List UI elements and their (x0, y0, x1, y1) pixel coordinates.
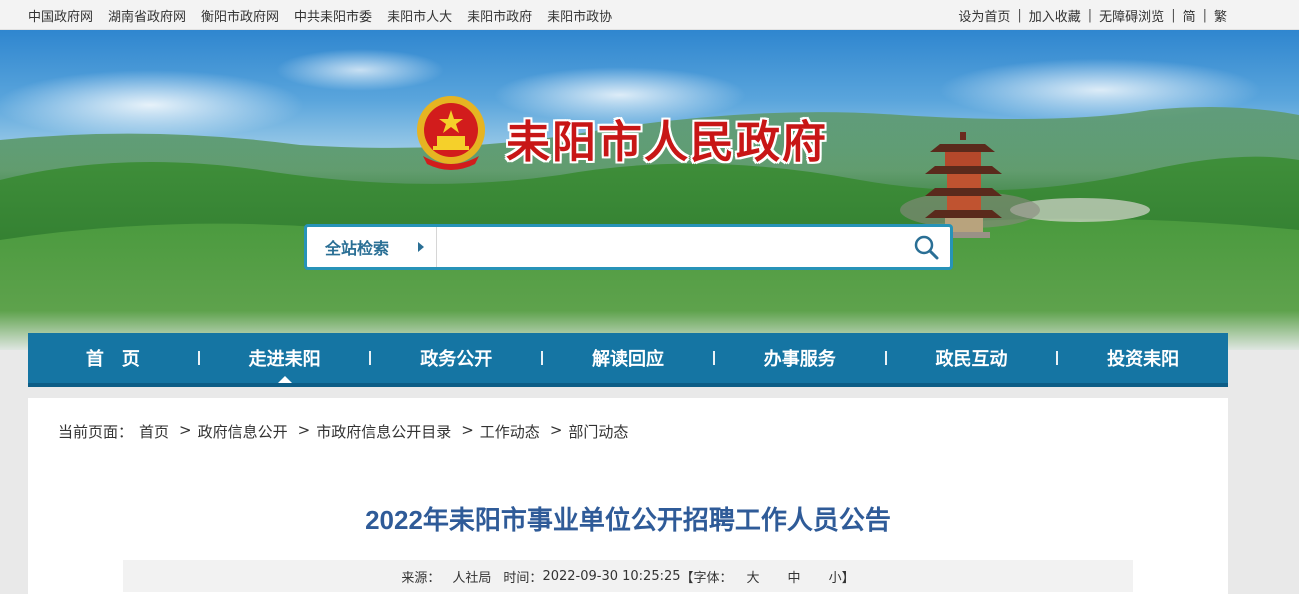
font-size-close-bracket: 】 (841, 570, 855, 586)
accessible-browse-link[interactable]: 无障碍浏览 (1099, 6, 1164, 25)
search-scope-label: 全站检索 (325, 239, 390, 258)
set-homepage-link[interactable]: 设为首页 (958, 6, 1010, 25)
search-scope-selector[interactable]: 全站检索 (307, 227, 437, 267)
nav-item-label: 首页 (85, 349, 158, 370)
time-label: 时间： (503, 570, 543, 586)
link-leiyang-cppcc[interactable]: 耒阳市政协 (547, 6, 612, 25)
landscape-illustration (0, 106, 1299, 350)
breadcrumb-dept-news[interactable]: 部门动态 (568, 421, 628, 442)
breadcrumb-work-news[interactable]: 工作动态 (480, 421, 540, 442)
link-leiyang-party[interactable]: 中共耒阳市委 (294, 6, 372, 25)
time-value: 2022-09-30 10:25:25 (542, 568, 681, 584)
font-size-label: 【字体： (680, 570, 733, 586)
nav-item-label: 解读回应 (592, 349, 665, 370)
traditional-chinese-link[interactable]: 繁 (1214, 6, 1227, 25)
breadcrumb-separator: > (461, 421, 474, 439)
breadcrumb-home[interactable]: 首页 (139, 421, 169, 442)
separator: | (1017, 8, 1022, 23)
external-links: 中国政府网 湖南省政府网 衡阳市政府网 中共耒阳市委 耒阳市人大 耒阳市政府 耒… (28, 6, 627, 25)
breadcrumb: 当前页面： 首页 > 政府信息公开 > 市政府信息公开目录 > 工作动态 > 部… (58, 421, 634, 442)
nav-item-about-leiyang[interactable]: 走进耒阳 (200, 333, 370, 383)
separator: | (1171, 8, 1176, 23)
font-size-small-button[interactable]: 小 (829, 567, 842, 586)
source-label: 来源： (401, 570, 441, 586)
nav-item-label: 政务公开 (420, 349, 493, 370)
link-hunan-gov[interactable]: 湖南省政府网 (108, 6, 186, 25)
nav-item-interaction[interactable]: 政民互动 (887, 333, 1057, 383)
breadcrumb-info-directory[interactable]: 市政府信息公开目录 (316, 421, 451, 442)
utility-links: 设为首页 | 加入收藏 | 无障碍浏览 | 简 | 繁 (958, 6, 1227, 25)
nav-item-investment[interactable]: 投资耒阳 (1058, 333, 1228, 383)
simplified-chinese-link[interactable]: 简 (1183, 6, 1196, 25)
font-size-large-button[interactable]: 大 (747, 567, 760, 586)
nav-item-label: 政民互动 (935, 349, 1008, 370)
main-nav: 首页 走进耒阳 政务公开 解读回应 办事服务 政民互动 投资耒阳 (28, 333, 1228, 387)
separator: | (1202, 8, 1207, 23)
breadcrumb-separator: > (549, 421, 563, 439)
separator: | (1087, 8, 1093, 23)
nav-item-interpretation[interactable]: 解读回应 (543, 333, 713, 383)
nav-item-label: 走进耒阳 (248, 349, 321, 370)
site-title: 耒阳市人民政府 (506, 117, 828, 168)
header-banner: 耒阳市人民政府 全站检索 (0, 30, 1299, 350)
search-button[interactable] (902, 227, 950, 267)
caret-right-icon (418, 242, 424, 252)
breadcrumb-separator: > (297, 421, 311, 439)
nav-item-home[interactable]: 首页 (28, 333, 198, 383)
add-favorite-link[interactable]: 加入收藏 (1029, 6, 1081, 25)
nav-item-label: 办事服务 (763, 349, 836, 370)
link-leiyang-gov[interactable]: 耒阳市政府 (467, 6, 532, 25)
nav-item-government-affairs[interactable]: 政务公开 (371, 333, 541, 383)
national-emblem-icon (417, 96, 485, 170)
top-bar: 中国政府网 湖南省政府网 衡阳市政府网 中共耒阳市委 耒阳市人大 耒阳市政府 耒… (0, 0, 1299, 30)
breadcrumb-gov-info[interactable]: 政府信息公开 (198, 421, 288, 442)
source-value: 人社局 (452, 570, 492, 586)
article-panel: 当前页面： 首页 > 政府信息公开 > 市政府信息公开目录 > 工作动态 > 部… (28, 398, 1228, 594)
link-china-gov[interactable]: 中国政府网 (28, 6, 93, 25)
article-meta: 来源： 人社局 时间： 2022-09-30 10:25:25 【字体： 大 中… (123, 560, 1133, 592)
link-leiyang-npc[interactable]: 耒阳市人大 (387, 6, 452, 25)
breadcrumb-separator: > (179, 421, 192, 439)
search-input[interactable] (437, 227, 902, 267)
breadcrumb-prefix: 当前页面： (58, 423, 134, 441)
nav-item-services[interactable]: 办事服务 (715, 333, 885, 383)
font-size-medium-button[interactable]: 中 (788, 567, 801, 586)
search-icon (914, 235, 939, 260)
nav-item-label: 投资耒阳 (1107, 349, 1180, 370)
article-title: 2022年耒阳市事业单位公开招聘工作人员公告 (365, 505, 891, 535)
site-search: 全站检索 (304, 224, 953, 270)
link-hengyang-gov[interactable]: 衡阳市政府网 (201, 6, 279, 25)
